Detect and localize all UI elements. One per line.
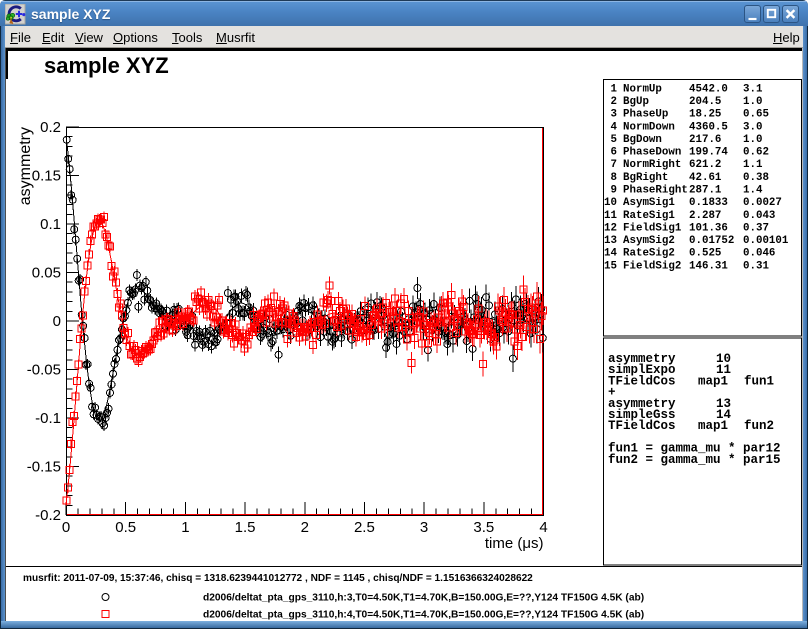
svg-text:BgUp: BgUp bbox=[623, 96, 649, 108]
svg-text:101.36: 101.36 bbox=[689, 222, 728, 234]
svg-text:8: 8 bbox=[611, 172, 617, 184]
svg-text:0.1833: 0.1833 bbox=[689, 197, 728, 209]
svg-text:0.38: 0.38 bbox=[743, 172, 769, 184]
svg-text:0.5: 0.5 bbox=[115, 519, 136, 536]
svg-text:4542.0: 4542.0 bbox=[689, 83, 728, 95]
svg-text:4360.5: 4360.5 bbox=[689, 121, 728, 133]
svg-text:fun1: fun1 bbox=[744, 374, 774, 388]
svg-text:PhaseUp: PhaseUp bbox=[623, 109, 668, 121]
svg-text:9: 9 bbox=[611, 185, 617, 197]
svg-text:0.05: 0.05 bbox=[32, 265, 61, 282]
svg-text:1.0: 1.0 bbox=[743, 96, 762, 108]
svg-text:0.62: 0.62 bbox=[743, 147, 769, 159]
svg-text:6: 6 bbox=[611, 147, 617, 159]
svg-text:fun2: fun2 bbox=[744, 419, 774, 433]
svg-text:PhaseRight: PhaseRight bbox=[623, 185, 688, 197]
svg-text:15: 15 bbox=[604, 260, 617, 272]
svg-text:TFieldCos: TFieldCos bbox=[608, 374, 676, 388]
svg-text:0.043: 0.043 bbox=[743, 210, 775, 222]
svg-text:204.5: 204.5 bbox=[689, 96, 721, 108]
svg-text:0.00101: 0.00101 bbox=[743, 235, 789, 247]
svg-text:12: 12 bbox=[604, 222, 617, 234]
svg-text:42.61: 42.61 bbox=[689, 172, 722, 184]
svg-text:BgDown: BgDown bbox=[623, 134, 662, 146]
svg-text:3: 3 bbox=[420, 519, 428, 536]
svg-text:NormRight: NormRight bbox=[623, 159, 681, 171]
svg-text:1.5: 1.5 bbox=[235, 519, 256, 536]
svg-text:2.287: 2.287 bbox=[689, 210, 721, 222]
svg-text:0: 0 bbox=[53, 313, 61, 330]
svg-text:5: 5 bbox=[611, 134, 617, 146]
svg-text:d2006/deltat_pta_gps_3110,h:3,: d2006/deltat_pta_gps_3110,h:3,T0=4.50K,T… bbox=[203, 593, 644, 604]
svg-text:1: 1 bbox=[611, 83, 618, 95]
svg-text:199.74: 199.74 bbox=[689, 147, 728, 159]
svg-text:0.2: 0.2 bbox=[40, 119, 61, 136]
svg-text:fun2 = gamma_mu * par15: fun2 = gamma_mu * par15 bbox=[608, 453, 781, 467]
svg-text:map1: map1 bbox=[698, 374, 728, 388]
svg-text:PhaseDown: PhaseDown bbox=[623, 147, 681, 159]
svg-text:7: 7 bbox=[611, 159, 617, 171]
svg-text:13: 13 bbox=[604, 235, 617, 247]
svg-text:217.6: 217.6 bbox=[689, 134, 721, 146]
svg-text:map1: map1 bbox=[698, 419, 728, 433]
svg-text:14: 14 bbox=[604, 248, 617, 260]
svg-text:RateSig2: RateSig2 bbox=[623, 248, 675, 260]
svg-text:-0.2: -0.2 bbox=[35, 507, 61, 524]
svg-text:RateSig1: RateSig1 bbox=[623, 210, 675, 222]
svg-text:3: 3 bbox=[611, 109, 617, 121]
svg-text:1.0: 1.0 bbox=[743, 134, 762, 146]
svg-text:0.0027: 0.0027 bbox=[743, 197, 782, 209]
svg-text:0.15: 0.15 bbox=[32, 168, 61, 185]
svg-text:-0.1: -0.1 bbox=[35, 410, 61, 427]
svg-text:0.01752: 0.01752 bbox=[689, 235, 734, 247]
svg-text:-0.05: -0.05 bbox=[27, 362, 61, 379]
svg-text:0.1: 0.1 bbox=[40, 216, 61, 233]
svg-text:2.5: 2.5 bbox=[354, 519, 375, 536]
svg-text:621.2: 621.2 bbox=[689, 159, 721, 171]
svg-text:10: 10 bbox=[604, 197, 617, 209]
svg-text:0: 0 bbox=[62, 519, 70, 536]
svg-text:TFieldCos: TFieldCos bbox=[608, 419, 676, 433]
svg-text:d2006/deltat_pta_gps_3110,h:4,: d2006/deltat_pta_gps_3110,h:4,T0=4.50K,T… bbox=[203, 610, 644, 621]
svg-text:BgRight: BgRight bbox=[623, 172, 668, 184]
svg-text:AsymSig1: AsymSig1 bbox=[623, 197, 675, 209]
svg-text:0.525: 0.525 bbox=[689, 248, 721, 260]
svg-text:sample XYZ: sample XYZ bbox=[44, 53, 169, 78]
svg-text:2: 2 bbox=[611, 96, 617, 108]
svg-text:2: 2 bbox=[301, 519, 309, 536]
svg-text:NormUp: NormUp bbox=[623, 83, 662, 95]
svg-text:1.4: 1.4 bbox=[743, 185, 763, 197]
svg-text:3.1: 3.1 bbox=[743, 83, 763, 95]
svg-text:AsymSig2: AsymSig2 bbox=[623, 235, 675, 247]
svg-text:asymmetry: asymmetry bbox=[17, 127, 34, 205]
svg-text:musrfit: 2011-07-09, 15:37:46,: musrfit: 2011-07-09, 15:37:46, chisq = 1… bbox=[23, 573, 533, 584]
svg-text:146.31: 146.31 bbox=[689, 260, 728, 272]
svg-text:18.25: 18.25 bbox=[689, 109, 721, 121]
svg-text:287.1: 287.1 bbox=[689, 185, 722, 197]
svg-text:time (μs): time (μs) bbox=[485, 535, 544, 552]
svg-text:NormDown: NormDown bbox=[623, 121, 675, 133]
svg-text:0.31: 0.31 bbox=[743, 260, 769, 272]
svg-text:0.65: 0.65 bbox=[743, 109, 769, 121]
svg-text:0.046: 0.046 bbox=[743, 248, 775, 260]
svg-text:3.0: 3.0 bbox=[743, 121, 762, 133]
svg-text:3.5: 3.5 bbox=[473, 519, 494, 536]
svg-text:-0.15: -0.15 bbox=[27, 459, 61, 476]
svg-text:1: 1 bbox=[181, 519, 189, 536]
svg-text:1.1: 1.1 bbox=[743, 159, 763, 171]
svg-text:FieldSig2: FieldSig2 bbox=[623, 260, 681, 272]
svg-text:4: 4 bbox=[611, 121, 618, 133]
svg-text:11: 11 bbox=[604, 210, 617, 222]
svg-text:FieldSig1: FieldSig1 bbox=[623, 222, 682, 234]
svg-text:4: 4 bbox=[539, 519, 547, 536]
svg-text:0.37: 0.37 bbox=[743, 222, 769, 234]
